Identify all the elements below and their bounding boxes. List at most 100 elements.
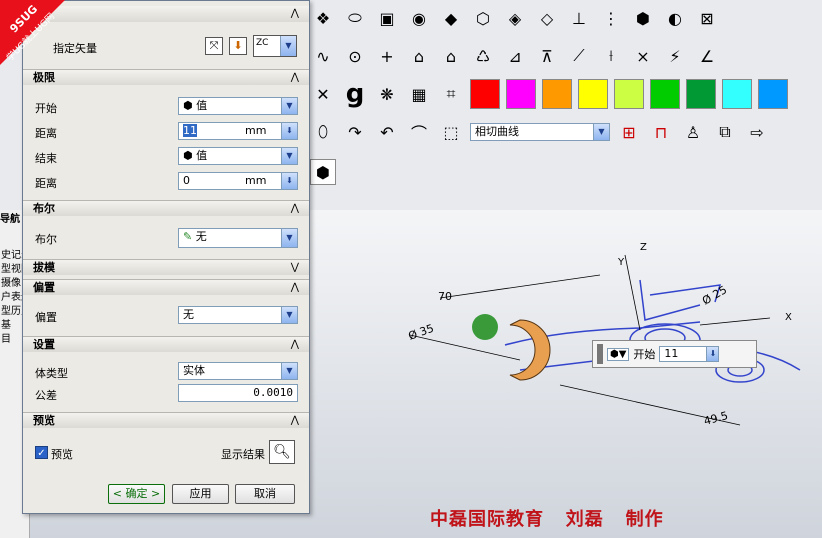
offset-section-header[interactable]: 偏置 ⋀ xyxy=(23,279,309,295)
spinner-icon[interactable]: ⬇ xyxy=(281,123,297,139)
color-swatch[interactable] xyxy=(614,79,644,109)
g-icon[interactable]: g xyxy=(342,79,368,109)
wcs-icon[interactable]: ⌗ xyxy=(438,81,464,107)
chevron-down-icon[interactable]: ▼ xyxy=(281,307,297,323)
pipe-icon[interactable]: ⌒ xyxy=(406,119,432,145)
cylinder-icon[interactable]: ⬭ xyxy=(342,5,368,31)
arrow-right-icon[interactable]: ⇨ xyxy=(744,119,770,145)
sketch-icon[interactable]: ⌂ xyxy=(406,43,432,69)
cross-icon[interactable]: + xyxy=(374,43,400,69)
offset-select[interactable]: 无 ▼ xyxy=(178,306,298,324)
layer-icon[interactable]: ▦ xyxy=(406,81,432,107)
draft-section-header[interactable]: 拔模 ⋁ xyxy=(23,259,309,275)
datum-icon[interactable]: ⊥ xyxy=(566,5,592,31)
tip-value-field[interactable]: 11 ⬇ xyxy=(659,346,720,362)
vector-selector[interactable]: ZC ▼ xyxy=(253,35,297,57)
chevron-down-icon[interactable]: ▼ xyxy=(281,229,297,247)
settings-title: 设置 xyxy=(33,338,55,351)
chevron-down-icon[interactable]: ▼ xyxy=(281,148,297,164)
collapse-icon[interactable]: ⋀ xyxy=(291,6,299,21)
bool-section-header[interactable]: 布尔 ⋀ xyxy=(23,200,309,216)
chamfer-icon[interactable]: ◇ xyxy=(534,5,560,31)
start-select[interactable]: ⬢ 值 ▼ xyxy=(178,97,298,115)
render-icon[interactable]: ◐ xyxy=(662,5,688,31)
body-type-select[interactable]: 实体 ▼ xyxy=(178,362,298,380)
feature-icon[interactable]: ❖ xyxy=(310,5,336,31)
color-swatch[interactable] xyxy=(722,79,752,109)
stepped-icon[interactable]: ⊓ xyxy=(648,119,674,145)
color-swatch[interactable] xyxy=(758,79,788,109)
credit-text: 中磊国际教育 刘磊 制作 xyxy=(430,509,664,530)
view-icon[interactable]: ⬢ xyxy=(630,5,656,31)
extrude-icon[interactable]: ⬯ xyxy=(310,119,336,145)
color-swatch[interactable] xyxy=(470,79,500,109)
start-distance-input[interactable]: 11 mm ⬇ xyxy=(178,122,298,140)
chevron-down-icon[interactable]: ▼ xyxy=(280,36,296,56)
color-swatch[interactable] xyxy=(650,79,680,109)
bool-select[interactable]: ✎ 无 ▼ xyxy=(178,228,298,248)
end-distance-input[interactable]: 0 mm ⬇ xyxy=(178,172,298,190)
ok-button[interactable]: < 确定 > xyxy=(108,484,165,504)
edit-object-icon[interactable]: ✕ xyxy=(310,81,336,107)
spinner-icon[interactable]: ⬇ xyxy=(281,173,297,189)
grid-icon[interactable]: ⊞ xyxy=(616,119,642,145)
assembly-icon[interactable]: ⧉ xyxy=(712,119,738,145)
rib-edge xyxy=(639,279,701,321)
cube-view-icon[interactable]: ⬢ xyxy=(310,159,336,185)
dimension-line xyxy=(409,334,521,361)
cancel-button[interactable]: 取消 xyxy=(235,484,295,504)
color-swatch[interactable] xyxy=(506,79,536,109)
preview-section-header[interactable]: 预览 ⋀ xyxy=(23,412,309,428)
handle-grip-icon[interactable] xyxy=(597,344,603,364)
spinner-icon[interactable]: ⬇ xyxy=(706,347,719,361)
trim-icon[interactable]: ⊿ xyxy=(502,43,528,69)
value-type-icon[interactable]: ⬢▼ xyxy=(607,347,630,361)
expand-icon[interactable]: ⋁ xyxy=(291,260,299,275)
offset-curve-icon[interactable]: ⌂ xyxy=(438,43,464,69)
boss-icon[interactable]: ◆ xyxy=(438,5,464,31)
rotate-back-icon[interactable]: ↶ xyxy=(374,119,400,145)
tip-value: 11 xyxy=(664,347,679,360)
end-select[interactable]: ⬢ 值 ▼ xyxy=(178,147,298,165)
tolerance-input[interactable]: 0.0010 xyxy=(178,384,298,402)
collapse-icon[interactable]: ⋀ xyxy=(291,413,299,428)
collapse-icon[interactable]: ⋀ xyxy=(291,280,299,295)
select-box-icon[interactable]: ⬚ xyxy=(438,119,464,145)
color-swatch[interactable] xyxy=(542,79,572,109)
blend-icon[interactable]: ◈ xyxy=(502,5,528,31)
curve-rule-select[interactable]: 相切曲线 ▼ xyxy=(470,123,610,141)
more-icon[interactable]: ⋮ xyxy=(598,5,624,31)
person-icon[interactable]: ♙ xyxy=(680,119,706,145)
block-icon[interactable]: ▣ xyxy=(374,5,400,31)
reverse-direction-icon[interactable]: ⤧ xyxy=(205,37,223,55)
project-icon[interactable]: ♺ xyxy=(470,43,496,69)
constraint-icon[interactable]: ⟋ xyxy=(566,43,592,69)
color-swatch[interactable] xyxy=(686,79,716,109)
hole-icon[interactable]: ◉ xyxy=(406,5,432,31)
settings-section-header[interactable]: 设置 ⋀ xyxy=(23,336,309,352)
chevron-down-icon[interactable]: ▼ xyxy=(281,363,297,379)
intersect-icon[interactable]: ⨯ xyxy=(630,43,656,69)
vector-dialog-icon[interactable]: ⬇ xyxy=(229,37,247,55)
preview-checkbox[interactable]: ✓ xyxy=(35,446,48,459)
point-icon[interactable]: ⊙ xyxy=(342,43,368,69)
analysis-icon[interactable]: ⊠ xyxy=(694,5,720,31)
rotate-icon[interactable]: ↷ xyxy=(342,119,368,145)
extend-icon[interactable]: ⊼ xyxy=(534,43,560,69)
snap-icon[interactable]: ❋ xyxy=(374,81,400,107)
chevron-down-icon[interactable]: ▼ xyxy=(593,124,609,140)
shell-icon[interactable]: ⬡ xyxy=(470,5,496,31)
collapse-icon[interactable]: ⋀ xyxy=(291,201,299,216)
dimension-icon[interactable]: ⟊ xyxy=(598,43,624,69)
spline-icon[interactable]: ∿ xyxy=(310,43,336,69)
collapse-icon[interactable]: ⋀ xyxy=(291,337,299,352)
wave-icon[interactable]: ⚡ xyxy=(662,43,688,69)
toolbar-row-5: ⬢ xyxy=(310,154,336,190)
collapse-icon[interactable]: ⋀ xyxy=(291,70,299,85)
watermark-logo: 9SUG 学UG就上UG网 xyxy=(0,0,65,65)
apply-button[interactable]: 应用 xyxy=(172,484,229,504)
align-icon[interactable]: ∠ xyxy=(694,43,720,69)
show-result-icon[interactable]: 🔍︎ xyxy=(269,440,295,464)
chevron-down-icon[interactable]: ▼ xyxy=(281,98,297,114)
color-swatch[interactable] xyxy=(578,79,608,109)
